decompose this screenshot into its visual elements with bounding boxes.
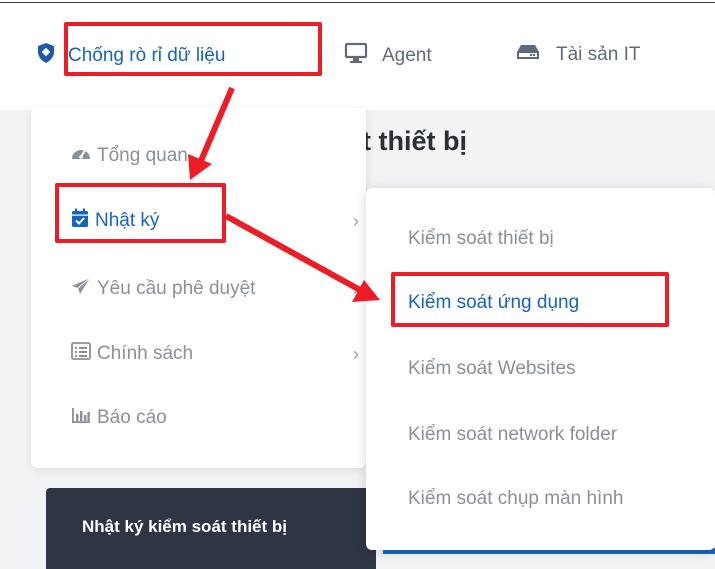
annotation-arrows <box>188 86 380 302</box>
arrow-line-down <box>197 86 235 165</box>
arrow-line-right <box>224 213 362 293</box>
